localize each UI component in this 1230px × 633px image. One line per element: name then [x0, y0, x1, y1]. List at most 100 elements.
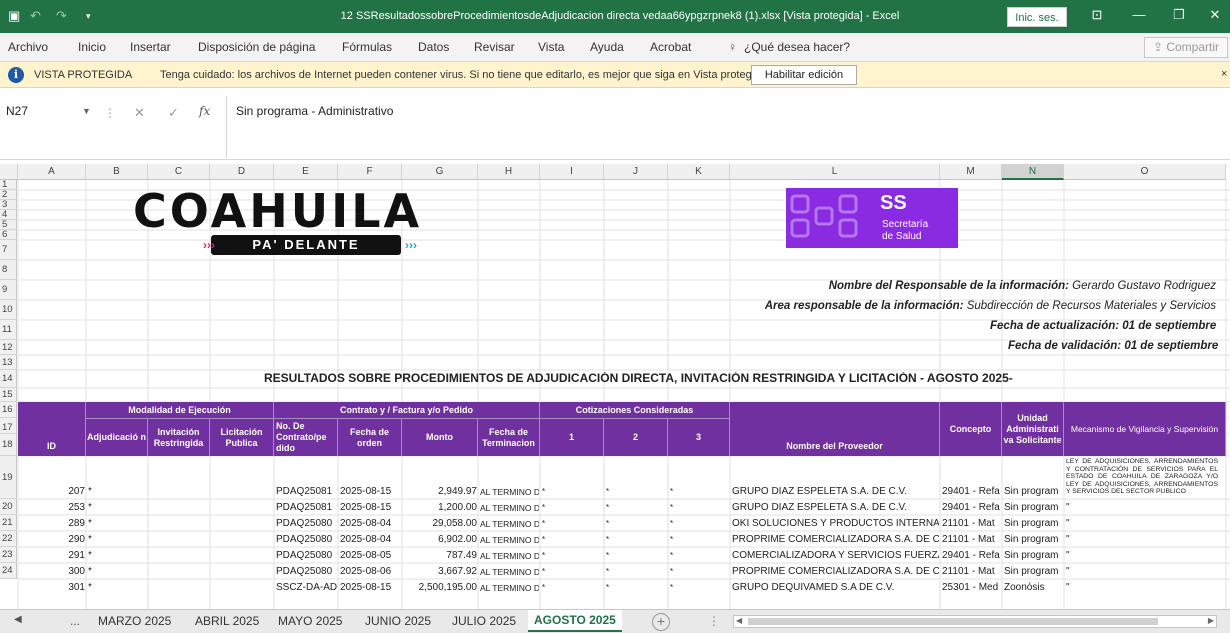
column-header[interactable]: C [148, 164, 210, 180]
column-header[interactable]: D [210, 164, 274, 180]
row-header[interactable]: 12 [0, 340, 17, 355]
unidad-cell[interactable]: Zoonósis [1004, 582, 1063, 594]
add-sheet-icon[interactable]: + [652, 613, 670, 631]
id-cell[interactable]: 291 [20, 550, 85, 562]
undo-icon[interactable]: ↶ [30, 8, 41, 24]
share-button[interactable]: ⇪ Compartir [1144, 37, 1228, 58]
concepto-cell[interactable]: 25301 - Med [942, 582, 1001, 594]
adjudicacion-cell[interactable]: * [88, 582, 147, 594]
insert-function-icon[interactable]: fx [199, 104, 210, 118]
mecanismo-cell[interactable]: " [1066, 550, 1225, 562]
id-cell[interactable]: 290 [20, 534, 85, 546]
enter-icon[interactable]: ✓ [168, 105, 179, 121]
column-header[interactable]: G [402, 164, 478, 180]
adjudicacion-cell[interactable]: * [88, 518, 147, 530]
fecha-orden-cell[interactable]: 2025-08-04 [340, 518, 401, 530]
mecanismo-cell[interactable]: " [1066, 566, 1225, 578]
column-header[interactable]: B [86, 164, 148, 180]
fecha-terminacion-cell[interactable]: AL TERMINO D [480, 550, 539, 562]
row-header[interactable]: 21 [0, 515, 17, 531]
horizontal-scrollbar[interactable]: ◀ ▶ [733, 615, 1217, 628]
close-icon[interactable]: ✕ [1200, 7, 1230, 23]
unidad-cell[interactable]: Sin program [1004, 566, 1063, 578]
unidad-cell[interactable]: Sin program [1004, 518, 1063, 530]
id-cell[interactable]: 300 [20, 566, 85, 578]
row-header[interactable]: 17 [0, 418, 17, 434]
row-header[interactable]: 13 [0, 355, 17, 370]
mecanismo-cell[interactable]: " [1066, 518, 1225, 530]
row-header[interactable]: 5 [0, 220, 17, 230]
tab-ayuda[interactable]: Ayuda [590, 40, 624, 54]
sheet-tab-julio[interactable]: JULIO 2025 [452, 614, 516, 628]
fecha-terminacion-cell[interactable]: AL TERMINO D [480, 534, 539, 546]
unidad-cell[interactable]: Sin program [1004, 486, 1063, 498]
row-header[interactable]: 10 [0, 300, 17, 320]
cotizacion-3-cell[interactable]: * [670, 582, 729, 594]
contrato-cell[interactable]: PDAQ25080 [276, 566, 337, 578]
cotizacion-2-cell[interactable]: * [606, 550, 667, 562]
cotizacion-3-cell[interactable]: * [670, 486, 729, 498]
concepto-cell[interactable]: 29401 - Refa [942, 502, 1001, 514]
id-cell[interactable]: 253 [20, 502, 85, 514]
column-header[interactable]: E [274, 164, 338, 180]
fecha-orden-cell[interactable]: 2025-08-05 [340, 550, 401, 562]
tab-insertar[interactable]: Insertar [130, 40, 171, 54]
id-cell[interactable]: 289 [20, 518, 85, 530]
proveedor-cell[interactable]: OKI SOLUCIONES Y PRODUCTOS INTERNAC [732, 518, 939, 530]
tab-datos[interactable]: Datos [418, 40, 449, 54]
more-sheets-icon[interactable]: ... [70, 614, 80, 628]
row-header[interactable]: 15 [0, 388, 17, 402]
row-header[interactable]: 19 [0, 456, 17, 499]
concepto-cell[interactable]: 21101 - Mat [942, 518, 1001, 530]
tab-vista[interactable]: Vista [538, 40, 564, 54]
adjudicacion-cell[interactable]: * [88, 486, 147, 498]
row-header[interactable]: 4 [0, 210, 17, 220]
redo-icon[interactable]: ↷ [56, 8, 67, 24]
sheet-nav-left-icon[interactable]: ◀ [14, 614, 22, 625]
sheet-tab-abril[interactable]: ABRIL 2025 [195, 614, 259, 628]
sheet-tab-marzo[interactable]: MARZO 2025 [98, 614, 171, 628]
unidad-cell[interactable]: Sin program [1004, 550, 1063, 562]
concepto-cell[interactable]: 29401 - Refa [942, 486, 1001, 498]
concepto-cell[interactable]: 21101 - Mat [942, 534, 1001, 546]
cancel-icon[interactable]: ✕ [134, 105, 145, 121]
fecha-terminacion-cell[interactable]: AL TERMINO D [480, 486, 539, 498]
contrato-cell[interactable]: PDAQ25080 [276, 550, 337, 562]
row-header[interactable]: 3 [0, 200, 17, 210]
mecanismo-cell[interactable]: " [1066, 502, 1225, 514]
cotizacion-2-cell[interactable]: * [606, 486, 667, 498]
monto-cell[interactable]: 2,949.97 [404, 486, 477, 498]
cotizacion-1-cell[interactable]: * [542, 566, 603, 578]
cotizacion-1-cell[interactable]: * [542, 550, 603, 562]
row-header[interactable]: 20 [0, 499, 17, 515]
row-header[interactable]: 23 [0, 547, 17, 563]
cotizacion-3-cell[interactable]: * [670, 518, 729, 530]
cotizacion-1-cell[interactable]: * [542, 518, 603, 530]
adjudicacion-cell[interactable]: * [88, 534, 147, 546]
contrato-cell[interactable]: PDAQ25081 [276, 486, 337, 498]
column-header[interactable]: L [730, 164, 940, 180]
column-header[interactable]: I [540, 164, 604, 180]
cotizacion-2-cell[interactable]: * [606, 582, 667, 594]
row-header[interactable]: 11 [0, 320, 17, 340]
scroll-left-icon[interactable]: ◀ [736, 616, 742, 625]
cotizacion-1-cell[interactable]: * [542, 502, 603, 514]
proveedor-cell[interactable]: PROPRIME COMERCIALIZADORA S.A. DE C.V [732, 534, 939, 546]
row-header[interactable]: 14 [0, 370, 17, 388]
sheet-tab-junio[interactable]: JUNIO 2025 [365, 614, 431, 628]
id-cell[interactable]: 207 [20, 486, 85, 498]
tab-archivo[interactable]: Archivo [8, 40, 48, 54]
tab-acrobat[interactable]: Acrobat [650, 40, 691, 54]
enable-editing-button[interactable]: Habilitar edición [751, 65, 857, 85]
save-icon[interactable]: ▣ [8, 8, 20, 24]
restore-icon[interactable]: ❐ [1164, 7, 1194, 23]
column-header[interactable]: A [18, 164, 86, 180]
tab-revisar[interactable]: Revisar [474, 40, 515, 54]
cotizacion-2-cell[interactable]: * [606, 502, 667, 514]
cotizacion-2-cell[interactable]: * [606, 518, 667, 530]
cotizacion-3-cell[interactable]: * [670, 550, 729, 562]
row-header[interactable]: 22 [0, 531, 17, 547]
worksheet-grid[interactable]: ABCDEFGHIJKLMNO 1 2 3 4 5 6 7 8 9 10 11 12 13 14 15 16 1… [0, 164, 1230, 609]
scroll-thumb[interactable] [748, 618, 1158, 625]
adjudicacion-cell[interactable]: * [88, 566, 147, 578]
